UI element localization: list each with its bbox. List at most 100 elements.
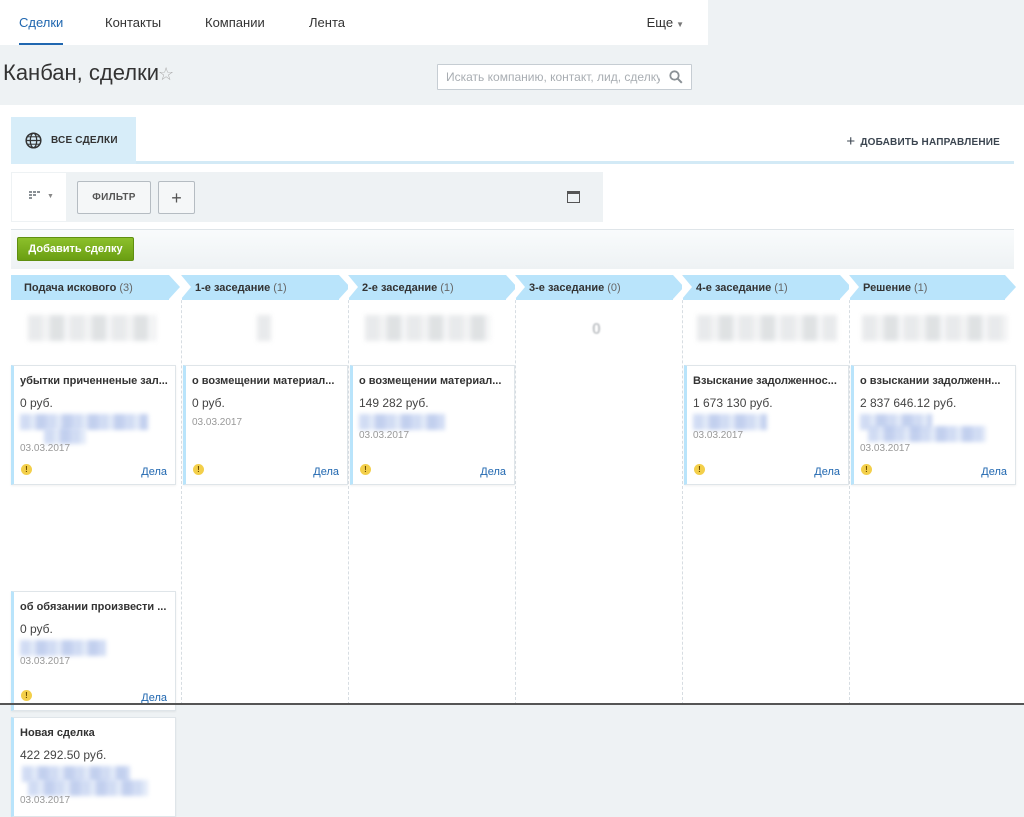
filter-button[interactable]: ФИЛЬТР xyxy=(77,181,151,214)
tasks-link[interactable]: Дела xyxy=(480,466,506,478)
deal-client[interactable] xyxy=(28,780,148,796)
warning-icon: ! xyxy=(861,464,872,475)
stage-column: Решение (1) о взыскании задолженн... 2 83… xyxy=(849,275,1024,705)
deal-client[interactable] xyxy=(693,414,767,430)
search-input[interactable] xyxy=(438,65,660,89)
window-icon[interactable] xyxy=(567,191,580,203)
deal-amount: 0 руб. xyxy=(192,396,225,410)
stage-notch xyxy=(515,275,525,299)
globe-icon xyxy=(25,132,42,149)
deal-date: 03.03.2017 xyxy=(20,795,71,806)
deal-date: 03.03.2017 xyxy=(20,443,71,454)
view-mode-button[interactable]: ▼ xyxy=(11,172,67,222)
stage-arrow xyxy=(169,275,180,299)
deal-card[interactable]: убытки приченненые зал... 0 руб. 03.03.2… xyxy=(11,365,176,485)
deal-client[interactable] xyxy=(868,426,986,442)
warning-icon: ! xyxy=(193,464,204,475)
add-deal-button[interactable]: Добавить сделку xyxy=(17,237,134,261)
add-filter-button[interactable]: + xyxy=(158,181,195,214)
deal-amount: 2 837 646.12 руб. xyxy=(860,396,957,410)
stage-total xyxy=(28,315,156,341)
deal-card[interactable]: о возмещении материал... 0 руб. 03.03.20… xyxy=(183,365,348,485)
stage-header[interactable]: 3-е заседание (0) xyxy=(515,275,684,300)
kanban-board: Подача искового (3) убытки приченненые за… xyxy=(0,275,1024,817)
deal-title[interactable]: Новая сделка xyxy=(20,727,170,739)
stage-notch xyxy=(682,275,692,299)
stage-total xyxy=(365,315,491,341)
stage-count: (0) xyxy=(607,282,621,294)
top-nav: Сделки Контакты Компании Лента Еще ▼ xyxy=(0,0,708,45)
deal-card[interactable]: Взыскание задолженнос... 1 673 130 руб. … xyxy=(684,365,849,485)
stage-column: Подача искового (3) убытки приченненые за… xyxy=(0,275,180,817)
tasks-link[interactable]: Дела xyxy=(141,466,167,478)
warning-icon: ! xyxy=(21,464,32,475)
deal-title[interactable]: о взыскании задолженн... xyxy=(860,375,1010,387)
deal-card[interactable]: о взыскании задолженн... 2 837 646.12 ру… xyxy=(851,365,1016,485)
tab-deals[interactable]: Сделки xyxy=(19,0,64,45)
stage-header[interactable]: 2-е заседание (1) xyxy=(348,275,517,300)
toolbar: ▼ ФИЛЬТР + xyxy=(11,172,603,222)
stage-title: Решение (1) xyxy=(863,282,927,294)
star-icon[interactable]: ☆ xyxy=(158,64,174,85)
stage-title: 1-е заседание (1) xyxy=(195,282,287,294)
deal-title[interactable]: Взыскание задолженнос... xyxy=(693,375,843,387)
deal-title[interactable]: о возмещении материал... xyxy=(192,375,342,387)
page-title: Канбан, сделки xyxy=(3,60,159,85)
deal-date: 03.03.2017 xyxy=(359,430,410,441)
stage-header[interactable]: Подача искового (3) xyxy=(11,275,180,300)
stage-column: 1-е заседание (1) о возмещении материал..… xyxy=(181,275,350,705)
deal-amount: 422 292.50 руб. xyxy=(20,748,107,762)
warning-icon: ! xyxy=(360,464,371,475)
kanban-view-icon xyxy=(29,191,40,199)
stage-count: (1) xyxy=(440,282,454,294)
stage-count: (3) xyxy=(119,282,133,294)
workspace: ВСЕ СДЕЛКИ + ДОБАВИТЬ НАПРАВЛЕНИЕ ▼ ФИЛЬТ… xyxy=(0,105,1024,817)
deal-title[interactable]: об обязании произвести ... xyxy=(20,601,170,613)
deal-card[interactable]: об обязании произвести ... 0 руб. 03.03.… xyxy=(11,591,176,711)
stage-column: 2-е заседание (1) о возмещении материал..… xyxy=(348,275,517,705)
warning-icon: ! xyxy=(21,690,32,701)
tab-contacts[interactable]: Контакты xyxy=(105,0,161,45)
deal-card[interactable]: Новая сделка 422 292.50 руб. 03.03.2017 xyxy=(11,717,176,817)
stage-name: 3-е заседание xyxy=(529,282,605,294)
tasks-link[interactable]: Дела xyxy=(814,466,840,478)
deal-date: 03.03.2017 xyxy=(860,443,911,454)
stage-count: (1) xyxy=(774,282,788,294)
stage-notch xyxy=(181,275,191,299)
deal-date: 03.03.2017 xyxy=(20,656,71,667)
stage-total xyxy=(257,315,271,341)
stage-name: 1-е заседание xyxy=(195,282,271,294)
deal-client[interactable] xyxy=(44,428,86,444)
stage-title: Подача искового (3) xyxy=(24,282,133,294)
stage-column: 3-е заседание (0) 0 xyxy=(515,275,684,705)
tab-feed[interactable]: Лента xyxy=(309,0,345,45)
deal-title[interactable]: о возмещении материал... xyxy=(359,375,509,387)
more-menu[interactable]: Еще ▼ xyxy=(647,0,684,45)
tasks-link[interactable]: Дела xyxy=(313,466,339,478)
stage-count: (1) xyxy=(914,282,928,294)
add-deal-bar: Добавить сделку xyxy=(11,229,1014,269)
stage-header[interactable]: Решение (1) xyxy=(849,275,1016,300)
chevron-down-icon: ▼ xyxy=(676,20,684,29)
tasks-link[interactable]: Дела xyxy=(981,466,1007,478)
tab-companies[interactable]: Компании xyxy=(205,0,265,45)
deal-client[interactable] xyxy=(20,640,106,656)
search-box xyxy=(437,64,692,90)
stage-header[interactable]: 4-е заседание (1) xyxy=(682,275,851,300)
deal-amount: 1 673 130 руб. xyxy=(693,396,773,410)
stage-title: 3-е заседание (0) xyxy=(529,282,621,294)
stage-name: 4-е заседание xyxy=(696,282,772,294)
add-direction-button[interactable]: + ДОБАВИТЬ НАПРАВЛЕНИЕ xyxy=(846,133,1000,150)
deal-card[interactable]: о возмещении материал... 149 282 руб. 03… xyxy=(350,365,515,485)
stage-total xyxy=(697,315,837,341)
deal-client[interactable] xyxy=(359,414,445,430)
deal-title[interactable]: убытки приченненые зал... xyxy=(20,375,170,387)
more-label: Еще xyxy=(646,15,674,30)
deal-amount: 0 руб. xyxy=(20,622,53,636)
tab-all-deals[interactable]: ВСЕ СДЕЛКИ xyxy=(11,117,136,164)
stage-count: (1) xyxy=(273,282,287,294)
stage-header[interactable]: 1-е заседание (1) xyxy=(181,275,350,300)
search-icon[interactable] xyxy=(669,70,683,84)
add-direction-label: ДОБАВИТЬ НАПРАВЛЕНИЕ xyxy=(860,137,1000,148)
deal-amount: 149 282 руб. xyxy=(359,396,429,410)
